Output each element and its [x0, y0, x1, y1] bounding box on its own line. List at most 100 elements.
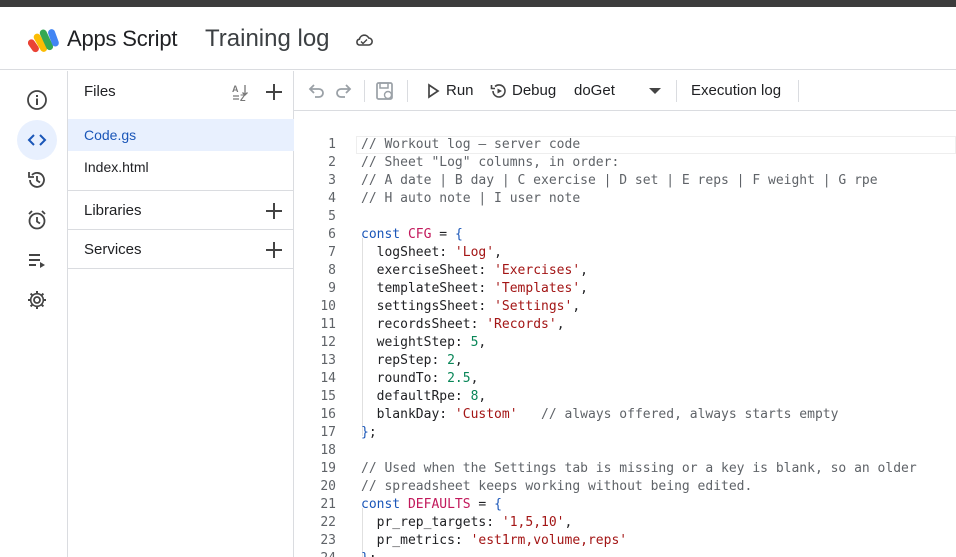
line-number: 3 [328, 173, 336, 188]
code-token: repStep: [361, 353, 448, 368]
settings-button[interactable] [17, 280, 57, 320]
overview-button[interactable] [17, 80, 57, 120]
code-line[interactable]: 1 // Workout log — server code [294, 136, 956, 154]
code-text: }; [361, 550, 377, 557]
project-history-button[interactable] [17, 160, 57, 200]
code-text: // Workout log — server code [361, 136, 580, 154]
code-line[interactable]: 13 repStep: 2, [294, 352, 956, 370]
code-token: , [580, 263, 588, 278]
libraries-label: Libraries [84, 202, 142, 219]
line-number: 14 [320, 371, 336, 386]
code-line[interactable]: 19 // Used when the Settings tab is missi… [294, 460, 956, 478]
code-line[interactable]: 18 [294, 442, 956, 460]
code-token: weightStep: [361, 335, 471, 350]
cloud-saved-icon[interactable] [354, 31, 374, 49]
code-line[interactable]: 6 const CFG = { [294, 226, 956, 244]
run-button[interactable]: Run [446, 82, 474, 99]
redo-icon[interactable] [334, 81, 354, 101]
code-token: recordsSheet: [361, 317, 487, 332]
app-header: Apps Script Training log [0, 7, 956, 70]
code-editor[interactable]: 1 // Workout log — server code 2 // Sheet "… [294, 112, 956, 557]
code-line[interactable]: 11 recordsSheet: 'Records', [294, 316, 956, 334]
code-text: // Sheet "Log" columns, in order: [361, 154, 619, 172]
project-title[interactable]: Training log [205, 25, 330, 53]
run-icon[interactable] [425, 83, 441, 99]
code-line[interactable]: 10 settingsSheet: 'Settings', [294, 298, 956, 316]
debug-button[interactable]: Debug [512, 82, 556, 99]
app-name[interactable]: Apps Script [67, 26, 177, 52]
services-section[interactable]: Services [68, 229, 294, 268]
function-select[interactable]: doGet [574, 82, 615, 99]
code-line[interactable]: 23 pr_metrics: 'est1rm,volume,reps' [294, 532, 956, 550]
code-line[interactable]: 24}; [294, 550, 956, 557]
alarm-icon [28, 210, 46, 230]
svg-text:A: A [232, 84, 239, 94]
line-number: 1 [328, 137, 336, 152]
line-number: 7 [328, 245, 336, 260]
code-line[interactable]: 12 weightStep: 5, [294, 334, 956, 352]
add-service-icon[interactable] [264, 240, 284, 260]
code-token: // A date | B day | C exercise | D set |… [361, 173, 878, 188]
code-text: pr_rep_targets: '1,5,10', [361, 514, 573, 532]
file-item-index-html[interactable]: Index.html [68, 151, 294, 183]
code-token: CFG [407, 227, 432, 242]
execution-log-button[interactable]: Execution log [691, 82, 781, 99]
code-line[interactable]: 3 // A date | B day | C exercise | D set … [294, 172, 956, 190]
line-number: 4 [328, 191, 336, 206]
line-number: 23 [320, 533, 336, 548]
executions-button[interactable] [17, 240, 57, 280]
services-label: Services [84, 241, 142, 258]
code-token: = [431, 227, 455, 242]
code-line[interactable]: 21 const DEFAULTS = { [294, 496, 956, 514]
code-text: const CFG = { [361, 226, 463, 244]
code-token: 2.5 [447, 371, 471, 386]
code-line[interactable]: 17}; [294, 424, 956, 442]
code-text: // H auto note | I user note [361, 190, 580, 208]
toolbar-separator [364, 80, 365, 102]
code-token: blankDay: [361, 407, 455, 422]
add-file-icon[interactable] [264, 82, 284, 102]
line-number: 2 [328, 155, 336, 170]
apps-script-logo [28, 29, 59, 53]
code-line[interactable]: 9 templateSheet: 'Templates', [294, 280, 956, 298]
chevron-down-icon[interactable] [649, 88, 661, 94]
code-token: 'est1rm,volume,reps' [470, 533, 628, 548]
code-line[interactable]: 15 defaultRpe: 8, [294, 388, 956, 406]
code-line[interactable]: 7 logSheet: 'Log', [294, 244, 956, 262]
code-line[interactable]: 2 // Sheet "Log" columns, in order: [294, 154, 956, 172]
code-line[interactable]: 20 // spreadsheet keeps working without b… [294, 478, 956, 496]
files-panel: Files A Z Code.gs Index.html Libraries S… [68, 71, 294, 557]
code-line[interactable]: 4 // H auto note | I user note [294, 190, 956, 208]
code-line[interactable]: 14 roundTo: 2.5, [294, 370, 956, 388]
editor-button[interactable] [17, 120, 57, 160]
file-item-code-gs[interactable]: Code.gs [68, 119, 294, 151]
add-library-icon[interactable] [264, 201, 284, 221]
code-token: settingsSheet: [361, 299, 495, 314]
code-text: roundTo: 2.5, [361, 370, 479, 388]
code-token: , [470, 371, 479, 386]
code-token: , [580, 281, 588, 296]
line-number: 6 [328, 227, 336, 242]
code-line[interactable]: 8 exerciseSheet: 'Exercises', [294, 262, 956, 280]
save-icon[interactable] [375, 81, 395, 101]
line-number: 12 [320, 335, 336, 350]
code-line[interactable]: 16 blankDay: 'Custom' // always offered,… [294, 406, 956, 424]
editor-toolbar: Run Debug doGet Execution log [294, 71, 956, 111]
code-icon [27, 134, 47, 146]
code-token: 'Custom' [454, 407, 518, 422]
code-line[interactable]: 5 [294, 208, 956, 226]
debug-icon[interactable] [490, 82, 508, 100]
code-token: exerciseSheet: [361, 263, 495, 278]
code-token: '1,5,10' [501, 515, 565, 530]
triggers-button[interactable] [17, 200, 57, 240]
line-number: 13 [320, 353, 336, 368]
sort-az-icon[interactable]: A Z [231, 82, 253, 104]
code-token: DEFAULTS [407, 497, 471, 512]
undo-icon[interactable] [306, 81, 326, 101]
code-token: = [470, 497, 495, 512]
line-number: 9 [328, 281, 336, 296]
code-text: settingsSheet: 'Settings', [361, 298, 581, 316]
libraries-section[interactable]: Libraries [68, 190, 294, 229]
code-line[interactable]: 22 pr_rep_targets: '1,5,10', [294, 514, 956, 532]
